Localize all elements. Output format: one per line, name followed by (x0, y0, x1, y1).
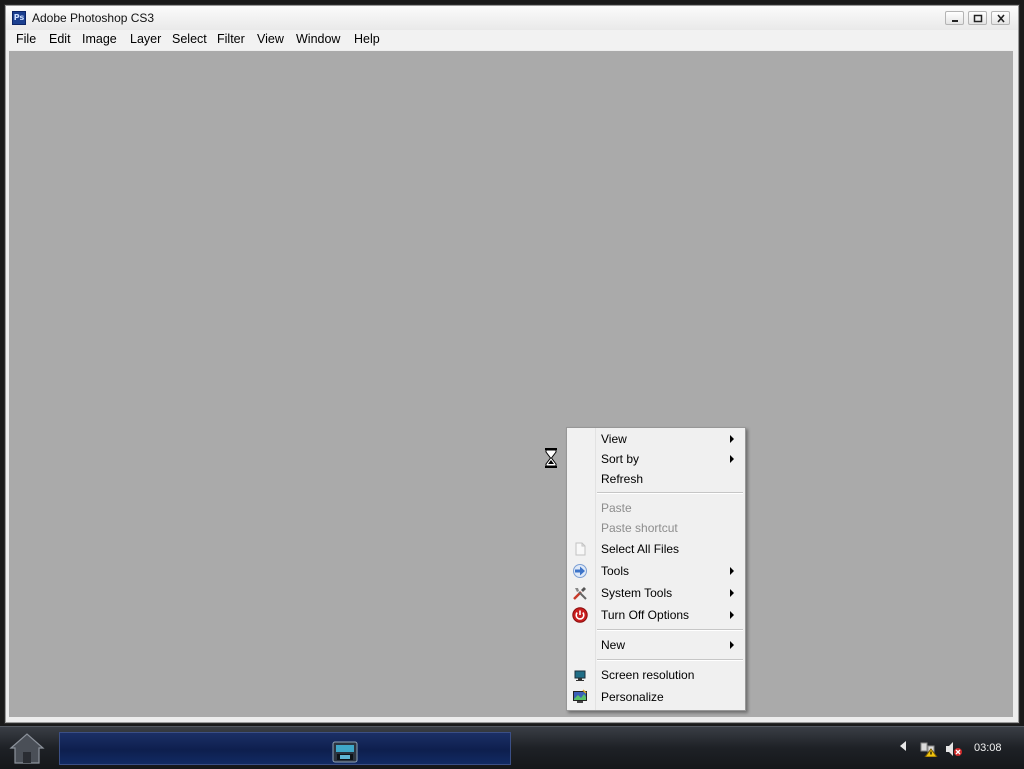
context-item-label: Paste (601, 501, 632, 515)
menu-bar: File Edit Image Layer Select Filter View… (6, 30, 1018, 50)
taskbar-task-area (59, 732, 511, 765)
photoshop-window: Ps Adobe Photoshop CS3 File Edit Image L… (5, 5, 1019, 723)
context-item-label: Tools (601, 564, 630, 578)
context-item-label: View (601, 432, 627, 446)
menu-image[interactable]: Image (80, 32, 119, 46)
menu-file[interactable]: File (14, 32, 38, 46)
window-title: Adobe Photoshop CS3 (32, 11, 155, 25)
submenu-arrow-icon (730, 567, 734, 575)
menu-layer[interactable]: Layer (128, 32, 163, 46)
submenu-arrow-icon (730, 455, 734, 463)
maximize-button[interactable] (968, 11, 987, 25)
tools-icon (573, 587, 587, 600)
photoshop-app-icon[interactable]: Ps (12, 11, 26, 25)
minimize-icon (952, 20, 958, 22)
taskbar: 03:08 (0, 726, 1024, 769)
close-icon (997, 14, 1005, 23)
context-item-personalize[interactable]: Personalize (567, 687, 745, 707)
context-item-system-tools[interactable]: System Tools (567, 583, 745, 603)
context-item-tools[interactable]: Tools (567, 561, 745, 581)
context-item-label: Sort by (601, 452, 640, 466)
context-item-label: System Tools (601, 586, 673, 600)
minimize-button[interactable] (945, 11, 964, 25)
submenu-arrow-icon (730, 589, 734, 597)
context-item-label: Select All Files (601, 542, 680, 556)
volume-muted-icon[interactable] (945, 741, 963, 757)
menu-edit[interactable]: Edit (47, 32, 73, 46)
workspace-canvas[interactable] (9, 51, 1013, 717)
taskbar-clock[interactable]: 03:08 (974, 742, 1002, 754)
context-item-paste: Paste (567, 498, 745, 518)
busy-cursor-icon (545, 448, 557, 468)
title-bar[interactable]: Ps Adobe Photoshop CS3 (6, 6, 1018, 30)
context-item-label: Screen resolution (601, 668, 695, 682)
menu-view[interactable]: View (255, 32, 286, 46)
context-item-label: Personalize (601, 690, 664, 704)
context-item-label: Turn Off Options (601, 608, 690, 622)
desktop-context-menu: View Sort by Refresh Paste Paste shortcu… (566, 427, 746, 711)
context-item-new[interactable]: New (567, 635, 745, 655)
maximize-icon (973, 14, 983, 23)
menu-separator (597, 659, 743, 661)
photoshop-taskbar-icon[interactable] (331, 740, 359, 764)
context-item-label: Paste shortcut (601, 521, 678, 535)
blue-arrow-icon (573, 564, 587, 578)
menu-select[interactable]: Select (170, 32, 209, 46)
context-item-sort-by[interactable]: Sort by (567, 449, 745, 469)
context-item-paste-shortcut: Paste shortcut (567, 518, 745, 538)
monitor-icon (574, 670, 586, 681)
menu-separator (597, 629, 743, 631)
submenu-arrow-icon (730, 611, 734, 619)
close-button[interactable] (991, 11, 1010, 25)
menu-help[interactable]: Help (352, 32, 382, 46)
context-item-screen-resolution[interactable]: Screen resolution (567, 665, 745, 685)
context-item-turn-off-options[interactable]: Turn Off Options (567, 605, 745, 625)
context-item-label: New (601, 638, 626, 652)
menu-separator (597, 492, 743, 494)
context-item-view[interactable]: View (567, 429, 745, 449)
power-icon (572, 607, 588, 623)
network-warning-icon[interactable] (920, 741, 938, 757)
context-item-label: Refresh (601, 472, 644, 486)
home-icon[interactable] (7, 730, 47, 766)
submenu-arrow-icon (730, 641, 734, 649)
menu-filter[interactable]: Filter (215, 32, 247, 46)
menu-window[interactable]: Window (294, 32, 342, 46)
show-hidden-icons-chevron[interactable] (900, 741, 906, 751)
submenu-arrow-icon (730, 435, 734, 443)
personalize-icon (573, 689, 587, 703)
context-item-refresh[interactable]: Refresh (567, 469, 745, 489)
context-item-select-all-files[interactable]: Select All Files (567, 539, 745, 559)
blank-document-icon (575, 542, 586, 556)
